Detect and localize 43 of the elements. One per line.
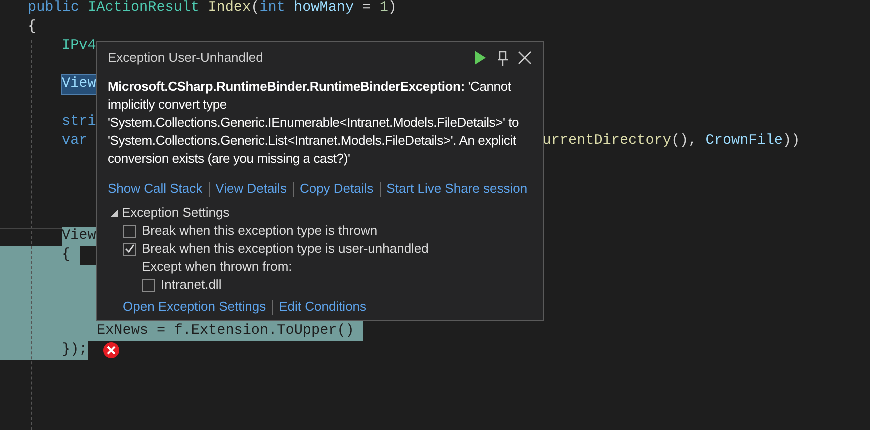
- code-token: {: [62, 246, 71, 265]
- popup-link[interactable]: Show Call Stack: [108, 180, 203, 198]
- code-token: (),: [671, 132, 698, 151]
- checkbox-label: Break when this exception type is user-unhandled: [142, 240, 429, 258]
- checkbox[interactable]: [142, 278, 155, 292]
- popup-link[interactable]: Copy Details: [300, 180, 374, 198]
- code-token: urrentDirectory: [542, 132, 672, 151]
- checkbox-label: Break when this exception type is thrown: [142, 222, 378, 240]
- popup-link[interactable]: Start Live Share session: [386, 180, 528, 198]
- code-token: int: [260, 0, 286, 18]
- continue-icon[interactable]: [474, 51, 486, 65]
- code-token: {: [28, 18, 37, 37]
- code-token: 1: [380, 0, 388, 18]
- option-caption: Except when thrown from:: [142, 258, 292, 276]
- close-icon[interactable]: [518, 51, 532, 65]
- checkbox[interactable]: [123, 242, 136, 256]
- code-token: CrownFile: [706, 132, 783, 151]
- code-token: howMany: [294, 0, 354, 18]
- checkbox-label: Intranet.dll: [161, 276, 222, 294]
- code-token: public: [28, 0, 80, 18]
- code-token: IPv4: [62, 37, 96, 56]
- expander-icon[interactable]: [111, 210, 118, 216]
- popup-link[interactable]: View Details: [216, 180, 287, 198]
- code-token: )): [783, 132, 800, 151]
- code-token: ExNews = f.Extension.ToUpper(): [97, 322, 354, 341]
- highlighted-code-token: View: [62, 75, 96, 94]
- checkbox[interactable]: [123, 224, 136, 238]
- code-token: View: [62, 227, 96, 246]
- popup-link[interactable]: Open Exception Settings: [123, 298, 266, 316]
- code-token: stri: [62, 113, 96, 132]
- error-icon: [103, 342, 120, 359]
- code-token: Index: [208, 0, 252, 18]
- code-token: });: [62, 341, 88, 360]
- code-token: =: [362, 0, 372, 18]
- pin-icon[interactable]: [498, 50, 508, 66]
- code-token: IActionResult: [88, 0, 201, 18]
- code-token: var: [62, 132, 88, 151]
- section-label: Exception Settings: [122, 204, 230, 222]
- popup-link[interactable]: Edit Conditions: [279, 298, 367, 316]
- code-token: (: [251, 0, 260, 18]
- popup-title: Exception User-Unhandled: [108, 49, 264, 68]
- code-token: ): [388, 0, 398, 18]
- exception-message: Microsoft.CSharp.RuntimeBinder.RuntimeBinderException: 'Cannot implicitly convert type 'System.Collections.Generic.IEnumerable<Intranet.Models.FileDetails>' to 'System.Collections.Generic.List<Intranet.Models.FileDetails>'. An explicit conversion exists (are you missing a cast?)': [108, 78, 520, 168]
